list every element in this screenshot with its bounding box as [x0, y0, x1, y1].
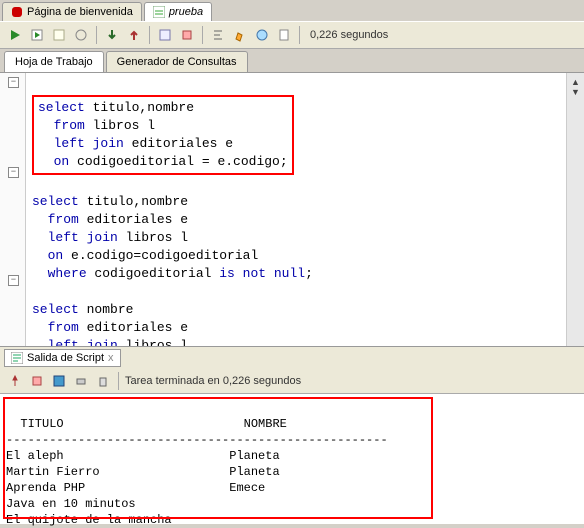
cell: El aleph	[6, 449, 64, 463]
worksheet-tabs: Hoja de Trabajo Generador de Consultas	[0, 49, 584, 73]
fold-icon[interactable]: −	[8, 167, 19, 178]
separator	[202, 26, 203, 44]
fold-icon[interactable]: −	[8, 77, 19, 88]
run-script-icon[interactable]	[28, 26, 46, 44]
sql-icon	[153, 6, 165, 18]
elapsed-time: 0,226 segundos	[306, 29, 388, 41]
tab-salida-script[interactable]: Salida de Script x	[4, 349, 121, 367]
editor-area: −select titulo,nombre from libros l left…	[0, 73, 584, 346]
cell: Emece	[229, 481, 265, 495]
sql-history-icon[interactable]	[156, 26, 174, 44]
save-icon[interactable]	[50, 372, 68, 390]
trash-icon[interactable]	[94, 372, 112, 390]
sql-editor[interactable]: −select titulo,nombre from libros l left…	[26, 73, 566, 346]
close-icon[interactable]: x	[108, 352, 114, 364]
cell: Planeta	[229, 465, 279, 479]
rollback-icon[interactable]	[125, 26, 143, 44]
script-output-icon	[11, 352, 23, 364]
run-icon[interactable]	[6, 26, 24, 44]
output-tab-label: Salida de Script	[27, 352, 104, 364]
toolbar: 0,226 segundos	[0, 21, 584, 49]
oracle-icon	[11, 6, 23, 18]
clear-output-icon[interactable]	[28, 372, 46, 390]
col-nombre: NOMBRE	[244, 417, 287, 431]
report-icon[interactable]	[275, 26, 293, 44]
gutter	[0, 73, 26, 346]
script-output[interactable]: TITULO NOMBRE --------------------------…	[0, 394, 584, 524]
file-tabs: Página de bienvenida prueba	[0, 0, 584, 21]
output-tabs: Salida de Script x	[0, 346, 584, 369]
task-status: Tarea terminada en 0,226 segundos	[125, 375, 301, 387]
scroll-nav[interactable]: ▲▼	[566, 73, 584, 346]
format-icon[interactable]	[209, 26, 227, 44]
col-titulo: TITULO	[20, 417, 63, 431]
tab-generador-consultas[interactable]: Generador de Consultas	[106, 51, 248, 72]
output-toolbar: Tarea terminada en 0,226 segundos	[0, 369, 584, 394]
snippet-icon[interactable]	[253, 26, 271, 44]
separator	[96, 26, 97, 44]
print-icon[interactable]	[72, 372, 90, 390]
cell: Planeta	[229, 449, 279, 463]
tab-label: prueba	[169, 6, 203, 18]
separator	[299, 26, 300, 44]
tab-hoja-trabajo[interactable]: Hoja de Trabajo	[4, 51, 104, 72]
clear-icon[interactable]	[178, 26, 196, 44]
cell: El quijote de la mancha	[6, 513, 172, 527]
tab-label: Página de bienvenida	[27, 6, 133, 18]
pin-icon[interactable]	[6, 372, 24, 390]
result-separator: ----------------------------------------…	[6, 433, 388, 447]
pencil-icon[interactable]	[231, 26, 249, 44]
cell: Martin Fierro	[6, 465, 100, 479]
fold-icon[interactable]: −	[8, 275, 19, 286]
commit-icon[interactable]	[103, 26, 121, 44]
separator	[118, 372, 119, 390]
tab-welcome[interactable]: Página de bienvenida	[2, 2, 142, 21]
separator	[149, 26, 150, 44]
explain-icon[interactable]	[50, 26, 68, 44]
cell: Java en 10 minutos	[6, 497, 136, 511]
tab-prueba[interactable]: prueba	[144, 2, 212, 21]
cell: Aprenda PHP	[6, 481, 85, 495]
autotrace-icon[interactable]	[72, 26, 90, 44]
